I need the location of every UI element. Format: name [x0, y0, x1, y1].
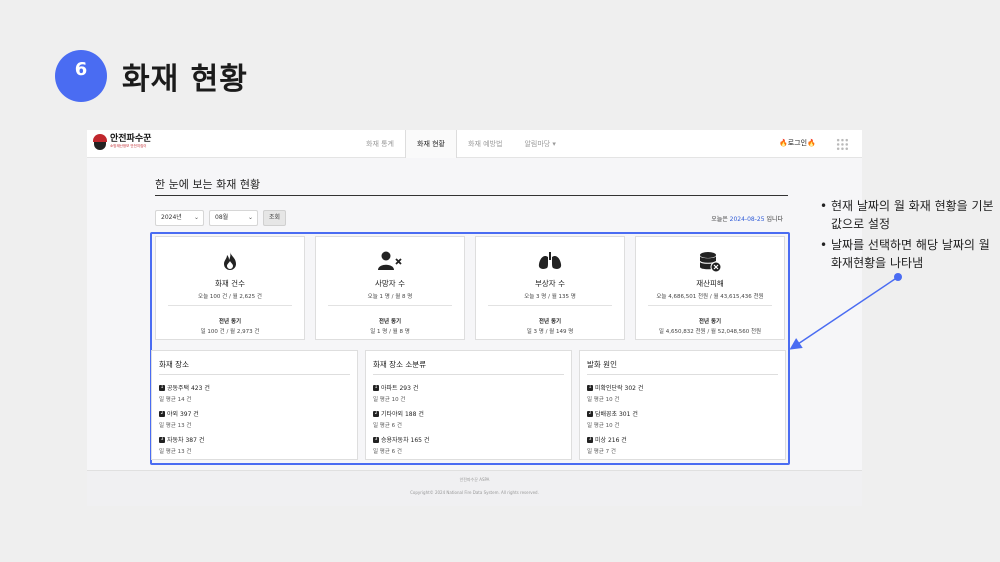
fire-icon: 🔥: [807, 139, 816, 147]
list-item: 3 승용자동차 165 건일 평균 6 건: [373, 436, 430, 455]
annotation-notes: 현재 날짜의 월 화재 현황을 기본값으로 설정 날짜를 선택하면 해당 날짜의…: [818, 197, 998, 275]
list-item: 3 자동차 387 건일 평균 13 건: [159, 436, 205, 455]
date-controls: 2024년 ⌄ 08월 ⌄ 조회: [155, 210, 287, 226]
lungs-icon: [476, 251, 624, 273]
top-nav: 안전파수꾼 소방재난정보 안전지킴이 화재 통계 화재 현황 화재 예방법 알림…: [87, 130, 862, 158]
list-item: 1 아파트 293 건일 평균 10 건: [373, 384, 419, 403]
chevron-down-icon: ⌄: [247, 214, 253, 221]
page-title: 한 눈에 보는 화재 현황: [155, 178, 261, 191]
list-card-ignition-cause: 발화 원인 1 미확인단락 302 건일 평균 10 건 2 담배꽁초 301 건일…: [579, 350, 786, 460]
month-select[interactable]: 08월 ⌄: [209, 210, 258, 226]
heading-divider: [155, 195, 788, 196]
coins-x-icon: [636, 251, 784, 273]
footer: 안전파수꾼 ASPA Copyright© 2024 National Fire…: [87, 470, 862, 506]
chevron-down-icon: ▾: [550, 140, 556, 148]
tab-fire-status[interactable]: 화재 현황: [405, 130, 457, 158]
annotation-item: 현재 날짜의 월 화재 현황을 기본값으로 설정: [818, 197, 998, 233]
logo-name: 안전파수꾼: [110, 134, 152, 145]
list-item: 1 미확인단락 302 건일 평균 10 건: [587, 384, 644, 403]
tab-fire-statistics[interactable]: 화재 통계: [355, 130, 405, 158]
list-card-fire-location: 화재 장소 1 공동주택 423 건일 평균 14 건 2 야외 397 건일 평균…: [151, 350, 358, 460]
slide-title: 화재 현황: [122, 62, 248, 97]
stat-card-deaths: 사망자 수 오늘 1 명 / 월 8 명 전년 동기 일 1 명 / 월 8 명: [315, 236, 465, 340]
helmet-logo-icon: [93, 134, 107, 150]
login-button[interactable]: 🔥로그인🔥: [779, 138, 816, 148]
stat-card-injuries: 부상자 수 오늘 3 명 / 월 135 명 전년 동기 일 3 명 / 월 1…: [475, 236, 625, 340]
query-button[interactable]: 조회: [263, 210, 287, 226]
tab-fire-prevention[interactable]: 화재 예방법: [457, 130, 513, 158]
person-x-icon: [316, 251, 464, 273]
year-select[interactable]: 2024년 ⌄: [155, 210, 204, 226]
fire-icon: 🔥: [779, 139, 788, 147]
chevron-down-icon: ⌄: [193, 214, 199, 221]
step-number-badge: 6: [55, 50, 107, 102]
list-item: 3 미상 216 건일 평균 7 건: [587, 436, 627, 455]
logo[interactable]: 안전파수꾼 소방재난정보 안전지킴이: [93, 134, 151, 150]
stat-card-property-damage: 재산피해 오늘 4,686,501 천원 / 월 43,615,436 천원 전…: [635, 236, 785, 340]
stat-card-fire-count: 화재 건수 오늘 100 건 / 월 2,625 건 전년 동기 일 100 건…: [155, 236, 305, 340]
list-item: 2 야외 397 건일 평균 13 건: [159, 410, 199, 429]
today-indicator: 오늘은 2024-08-25 입니다: [711, 216, 783, 223]
apps-grid-icon[interactable]: [836, 138, 849, 151]
list-item: 2 담배꽁초 301 건일 평균 10 건: [587, 410, 638, 429]
tab-notice[interactable]: 알림마당 ▾: [513, 130, 567, 158]
list-item: 1 공동주택 423 건일 평균 14 건: [159, 384, 210, 403]
annotation-item: 날짜를 선택하면 해당 날짜의 월 화재현황을 나타냄: [818, 236, 998, 272]
app-screenshot: 안전파수꾼 소방재난정보 안전지킴이 화재 통계 화재 현황 화재 예방법 알림…: [87, 130, 862, 506]
list-card-location-subcategory: 화재 장소 소분류 1 아파트 293 건일 평균 10 건 2 기타야외 188 …: [365, 350, 572, 460]
nav-tabs: 화재 통계 화재 현황 화재 예방법 알림마당 ▾: [355, 130, 567, 158]
fire-icon: [156, 251, 304, 273]
logo-subtitle: 소방재난정보 안전지킴이: [110, 144, 147, 149]
list-item: 2 기타야외 188 건일 평균 6 건: [373, 410, 424, 429]
